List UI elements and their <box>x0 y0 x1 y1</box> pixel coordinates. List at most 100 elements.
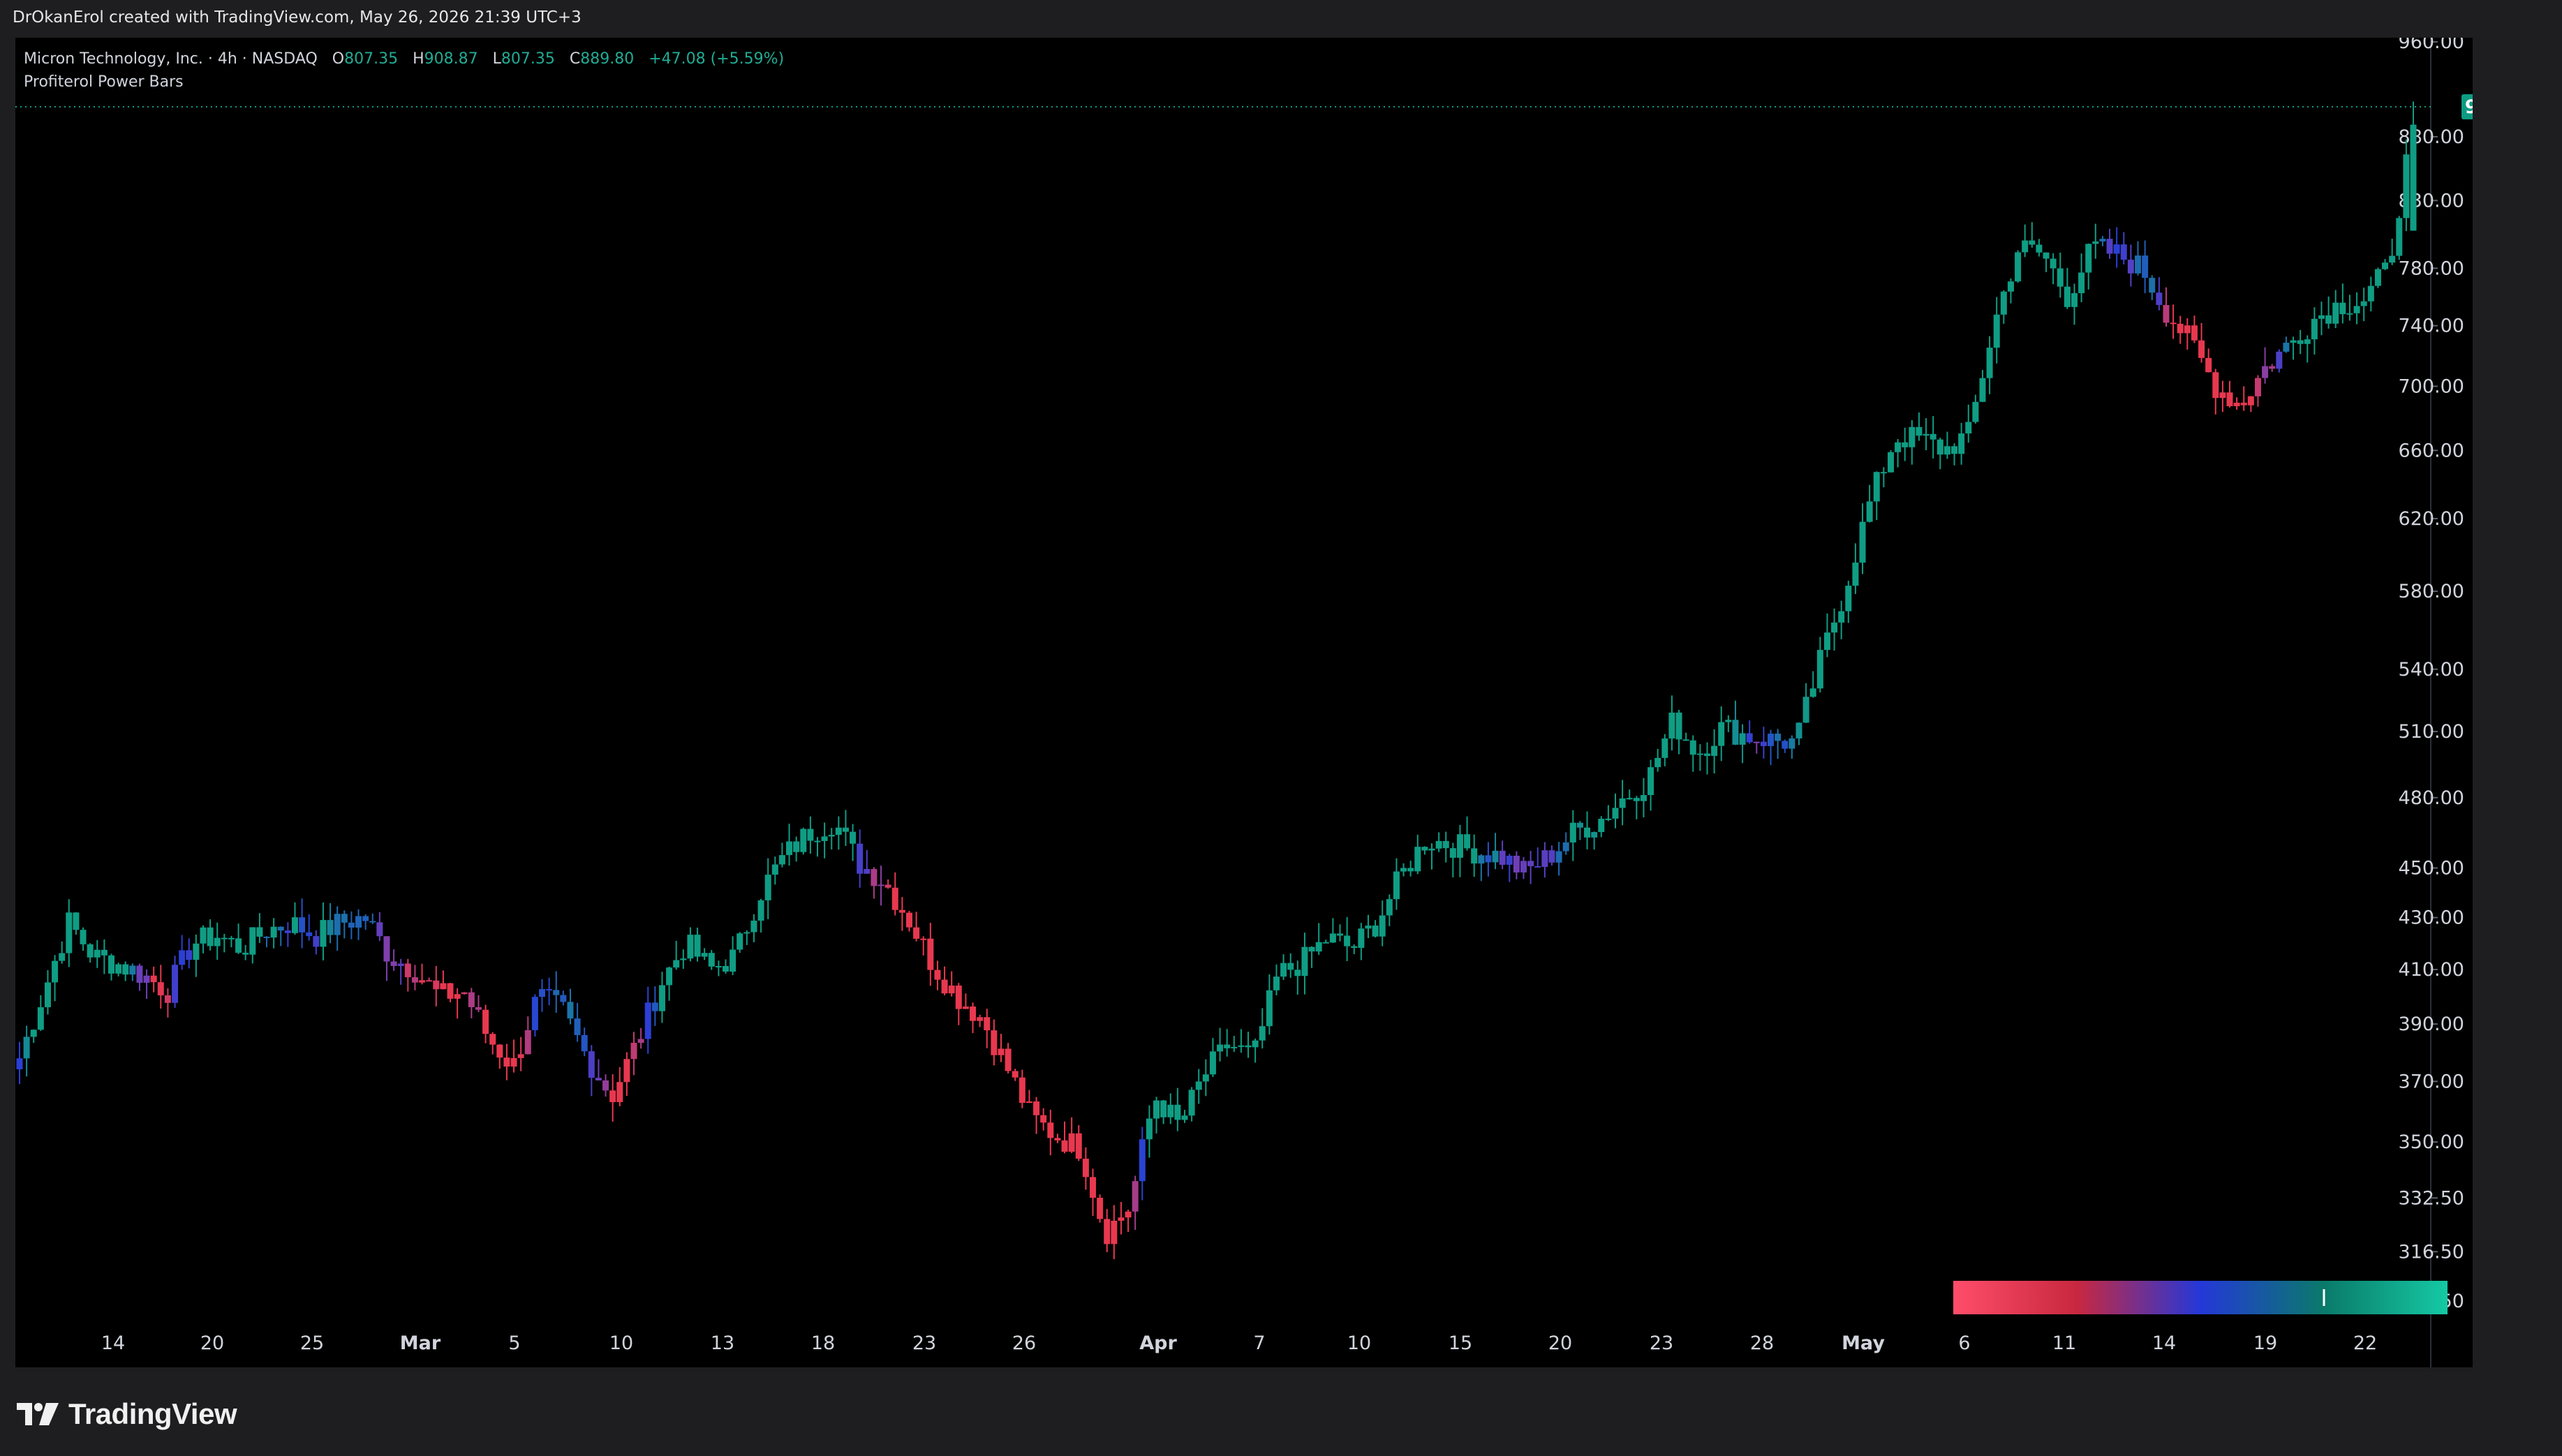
candle-body <box>277 926 284 931</box>
candle-body <box>2191 325 2198 341</box>
candle-body <box>1492 850 1499 863</box>
candle-body <box>2304 339 2311 344</box>
candle-body <box>1937 439 1943 455</box>
candle-body <box>1831 622 1838 633</box>
candle-body <box>256 927 263 937</box>
time-axis-label: 22 <box>2353 1332 2377 1354</box>
candle-body <box>2226 392 2233 406</box>
chart-pane[interactable]: 960.00 880.00 830.00 780.00 740.00 700.00 660.… <box>15 38 2473 1367</box>
candle-body <box>1273 976 1280 990</box>
candle-body <box>87 944 94 958</box>
candle-body <box>962 1006 969 1009</box>
candle-body <box>447 983 454 999</box>
candle-body <box>764 875 771 900</box>
candle-body <box>2184 325 2191 334</box>
candle-body <box>1923 433 1930 436</box>
price-axis-label: 540.00 <box>2399 659 2464 681</box>
chart-legend: Micron Technology, Inc. · 4h · NASDAQ O8… <box>24 47 784 94</box>
candle-body <box>1760 741 1767 746</box>
candle-body <box>143 975 150 983</box>
candle-body <box>1294 970 1301 976</box>
candle-body <box>920 938 927 940</box>
candle-body <box>1146 1118 1153 1140</box>
time-axis-label: Apr <box>1139 1332 1177 1354</box>
candle-body <box>955 985 962 1009</box>
candle-body <box>2389 255 2396 263</box>
candle-body <box>560 995 567 1002</box>
candle-body <box>1909 426 1916 447</box>
candle-body <box>1202 1074 1209 1082</box>
candle-body <box>1943 446 1950 455</box>
candle-body <box>242 952 249 955</box>
candle-body <box>835 827 842 835</box>
time-axis-label: 11 <box>2052 1332 2076 1354</box>
candle-body <box>1322 942 1329 944</box>
close-label: C <box>569 50 581 68</box>
candle-body <box>1301 946 1308 976</box>
candle-body <box>1160 1100 1167 1117</box>
candle-body <box>1576 822 1583 828</box>
candle-body <box>2382 262 2389 269</box>
candle-body <box>23 1037 30 1059</box>
candle-body <box>327 920 334 935</box>
candle-body <box>2403 154 2410 218</box>
candle-body <box>991 1030 998 1055</box>
candle-body <box>905 912 912 928</box>
price-axis-label: 780.00 <box>2399 258 2464 279</box>
tradingview-brand[interactable]: TradingView <box>15 1395 237 1434</box>
candle-body <box>2043 252 2050 259</box>
candle-body <box>341 914 348 923</box>
candle-body <box>588 1051 595 1078</box>
candle-body <box>1280 963 1287 977</box>
time-axis-label: 20 <box>200 1332 224 1354</box>
indicator-legend-row[interactable]: Profiterol Power Bars <box>24 70 784 94</box>
candle-body <box>66 912 73 953</box>
candle-body <box>1464 834 1471 849</box>
candle-body <box>2078 272 2085 294</box>
candle-body <box>2212 372 2219 399</box>
candle-body <box>2127 260 2134 274</box>
candle-body <box>1351 946 1358 949</box>
candle-body <box>411 977 418 983</box>
candle-body <box>2311 318 2318 340</box>
candle-body <box>2353 306 2360 313</box>
candle-body <box>857 843 864 874</box>
candle-body <box>567 1002 574 1019</box>
candle-body <box>1859 521 1866 563</box>
candle-body <box>1605 818 1612 820</box>
candle-body <box>771 864 778 875</box>
symbol-legend-row: Micron Technology, Inc. · 4h · NASDAQ O8… <box>24 47 784 70</box>
candle-body <box>320 920 327 947</box>
candle-body <box>1619 798 1626 808</box>
candle-body <box>2142 255 2149 278</box>
symbol-name[interactable]: Micron Technology, Inc. · 4h · NASDAQ <box>24 50 318 68</box>
price-axis-label: 740.00 <box>2399 315 2464 337</box>
candle-body <box>1407 868 1414 872</box>
candlestick-chart[interactable]: 960.00880.00830.00780.00740.00700.00660.… <box>15 38 2473 1367</box>
candle-body <box>1075 1133 1082 1159</box>
candle-body <box>1428 848 1435 851</box>
time-axis-label: 25 <box>300 1332 324 1354</box>
time-axis-label: 6 <box>1958 1332 1970 1354</box>
candle-body <box>1287 963 1294 970</box>
candle-body <box>850 831 857 844</box>
candle-body <box>193 943 200 960</box>
candle-body <box>376 922 383 937</box>
time-axis-label: 14 <box>101 1332 125 1354</box>
candle-body <box>299 917 306 933</box>
time-axis-label: 14 <box>2152 1332 2176 1354</box>
candle-body <box>214 937 221 946</box>
candle-body <box>1231 1046 1238 1048</box>
candle-body <box>1951 446 1958 454</box>
candle-body <box>37 1007 44 1030</box>
price-axis-label: 620.00 <box>2399 508 2464 530</box>
candle-body <box>637 1039 644 1043</box>
candle-body <box>842 827 849 832</box>
candle-body <box>630 1042 637 1060</box>
open-value: 807.35 <box>344 50 399 68</box>
indicator-name[interactable]: Profiterol Power Bars <box>24 73 184 91</box>
candle-body <box>1456 834 1463 858</box>
time-axis-label: 20 <box>1548 1332 1572 1354</box>
candle-body <box>1902 442 1909 447</box>
candle-body <box>1845 586 1852 611</box>
